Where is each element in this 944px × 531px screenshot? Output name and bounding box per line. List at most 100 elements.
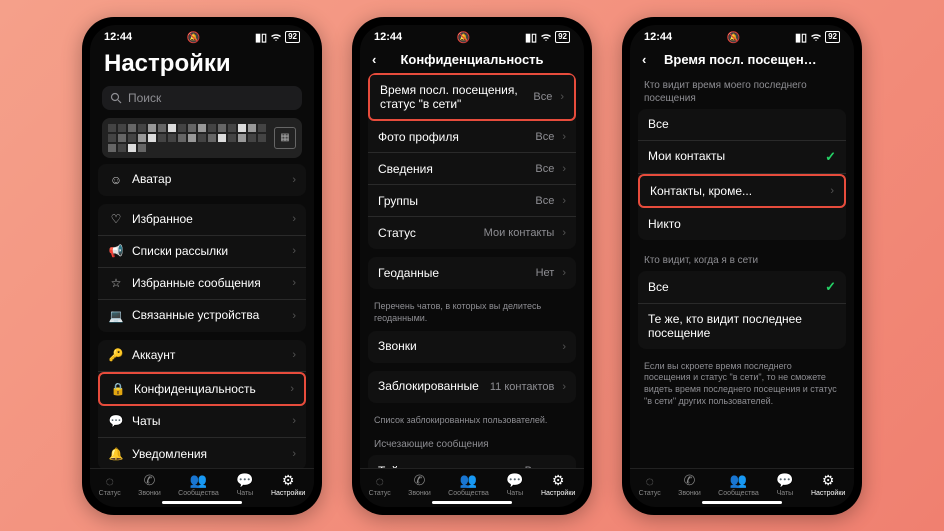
tab-bar: ◌Статус ✆Звонки 👥Сообщества 💬Чаты ⚙Настр…: [360, 468, 584, 499]
opt-all[interactable]: Все: [638, 109, 846, 141]
row-favorite[interactable]: ♡ Избранное ›: [98, 204, 306, 236]
row-blocked[interactable]: Заблокированные 11 контактов ›: [368, 371, 576, 403]
header-title: Время посл. посещения, статус "в се...: [664, 52, 820, 67]
row-avatar[interactable]: ☺ Аватар ›: [98, 164, 306, 196]
status-time: 12:44: [644, 31, 672, 43]
chevron-right-icon: ›: [560, 91, 564, 103]
profile-card[interactable]: ▦: [102, 118, 302, 158]
avatar-icon: ☺: [108, 173, 124, 187]
opt-nobody[interactable]: Никто: [638, 208, 846, 240]
laptop-icon: 💻: [108, 309, 124, 323]
people-icon: 👥: [190, 473, 207, 489]
opt-online-same[interactable]: Те же, кто видит последнее посещение: [638, 304, 846, 349]
row-calls[interactable]: Звонки ›: [368, 331, 576, 363]
tab-communities[interactable]: 👥Сообщества: [718, 473, 759, 497]
tab-status[interactable]: ◌Статус: [99, 473, 121, 497]
row-account[interactable]: 🔑 Аккаунт ›: [98, 340, 306, 372]
row-timer[interactable]: Таймер Выкл. ›: [368, 455, 576, 467]
status-bar: 12:44 🔕 ▮▯ 92: [360, 25, 584, 46]
tab-calls[interactable]: ✆Звонки: [408, 473, 431, 497]
tab-chats[interactable]: 💬Чаты: [236, 473, 253, 497]
row-status[interactable]: Статус Мои контакты ›: [368, 217, 576, 249]
battery-icon: 92: [285, 31, 300, 43]
chevron-right-icon: ›: [562, 227, 566, 239]
home-indicator: [432, 501, 512, 504]
geo-footnote: Перечень чатов, в которых вы делитесь ге…: [360, 297, 584, 330]
status-time: 12:44: [104, 31, 132, 43]
tab-bar: ◌Статус ✆Звонки 👥Сообщества 💬Чаты ⚙Настр…: [630, 468, 854, 499]
back-button[interactable]: ‹: [372, 52, 386, 67]
chevron-right-icon: ›: [292, 310, 296, 322]
row-broadcast[interactable]: 📢 Списки рассылки ›: [98, 236, 306, 268]
row-groups[interactable]: Группы Все ›: [368, 185, 576, 217]
row-profile-photo[interactable]: Фото профиля Все ›: [368, 121, 576, 153]
tab-settings[interactable]: ⚙Настройки: [811, 473, 845, 497]
tab-status[interactable]: ◌Статус: [369, 473, 391, 497]
chat-icon: 💬: [236, 473, 253, 489]
search-input[interactable]: Поиск: [102, 86, 302, 110]
tab-settings[interactable]: ⚙Настройки: [271, 473, 305, 497]
chat-icon: 💬: [776, 473, 793, 489]
home-indicator: [702, 501, 782, 504]
lock-icon: 🔒: [110, 382, 126, 396]
phone-3: 12:44 🔕 ▮▯ 92 ‹ Время посл. посещения, с…: [622, 17, 862, 515]
bell-off-icon: 🔕: [457, 31, 471, 44]
page-title: Настройки: [90, 46, 314, 86]
opt-except[interactable]: Контакты, кроме... ›: [638, 174, 846, 208]
chevron-right-icon: ›: [292, 415, 296, 427]
signal-icon: ▮▯: [525, 31, 537, 44]
status-ring-icon: ◌: [106, 473, 114, 489]
tab-communities[interactable]: 👥Сообщества: [448, 473, 489, 497]
battery-icon: 92: [825, 31, 840, 43]
gear-icon: ⚙: [552, 473, 565, 489]
chat-icon: 💬: [506, 473, 523, 489]
row-chats[interactable]: 💬 Чаты ›: [98, 406, 306, 438]
tab-chats[interactable]: 💬Чаты: [506, 473, 523, 497]
status-ring-icon: ◌: [376, 473, 384, 489]
who-sees-lastseen-label: Кто видит время моего последнего посещен…: [630, 73, 854, 109]
megaphone-icon: 📢: [108, 244, 124, 258]
header-title: Конфиденциальность: [394, 52, 550, 67]
status-ring-icon: ◌: [646, 473, 654, 489]
row-about[interactable]: Сведения Все ›: [368, 153, 576, 185]
key-icon: 🔑: [108, 348, 124, 362]
chevron-right-icon: ›: [292, 349, 296, 361]
chevron-right-icon: ›: [290, 383, 294, 395]
chevron-right-icon: ›: [562, 131, 566, 143]
bell-off-icon: 🔕: [727, 31, 741, 44]
chevron-right-icon: ›: [562, 163, 566, 175]
qr-icon[interactable]: ▦: [274, 127, 296, 149]
tab-settings[interactable]: ⚙Настройки: [541, 473, 575, 497]
row-privacy[interactable]: 🔒 Конфиденциальность ›: [98, 372, 306, 406]
back-button[interactable]: ‹: [642, 52, 656, 67]
phone-icon: ✆: [144, 473, 156, 489]
home-indicator: [162, 501, 242, 504]
row-geo[interactable]: Геоданные Нет ›: [368, 257, 576, 289]
opt-contacts[interactable]: Мои контакты ✓: [638, 141, 846, 174]
opt-online-all[interactable]: Все ✓: [638, 271, 846, 304]
tab-chats[interactable]: 💬Чаты: [776, 473, 793, 497]
search-placeholder: Поиск: [128, 91, 161, 105]
chevron-right-icon: ›: [562, 267, 566, 279]
tab-calls[interactable]: ✆Звонки: [138, 473, 161, 497]
tab-status[interactable]: ◌Статус: [639, 473, 661, 497]
row-notifications[interactable]: 🔔 Уведомления ›: [98, 438, 306, 468]
row-starred[interactable]: ☆ Избранные сообщения ›: [98, 268, 306, 300]
tab-calls[interactable]: ✆Звонки: [678, 473, 701, 497]
row-last-seen[interactable]: Время посл. посещения, статус "в сети" В…: [368, 73, 576, 122]
gear-icon: ⚙: [822, 473, 835, 489]
blocked-footnote: Список заблокированных пользователей.: [360, 411, 584, 433]
who-sees-online-label: Кто видит, когда я в сети: [630, 248, 854, 271]
signal-icon: ▮▯: [255, 31, 267, 44]
bell-icon: 🔔: [108, 447, 124, 461]
chevron-right-icon: ›: [292, 448, 296, 460]
people-icon: 👥: [730, 473, 747, 489]
nav-header: ‹ Время посл. посещения, статус "в се...: [630, 46, 854, 73]
blurred-profile: [108, 124, 270, 152]
chevron-right-icon: ›: [292, 213, 296, 225]
chevron-right-icon: ›: [562, 381, 566, 393]
row-linked-devices[interactable]: 💻 Связанные устройства ›: [98, 300, 306, 332]
tab-communities[interactable]: 👥Сообщества: [178, 473, 219, 497]
chevron-right-icon: ›: [830, 185, 834, 197]
wifi-icon: [540, 33, 552, 42]
